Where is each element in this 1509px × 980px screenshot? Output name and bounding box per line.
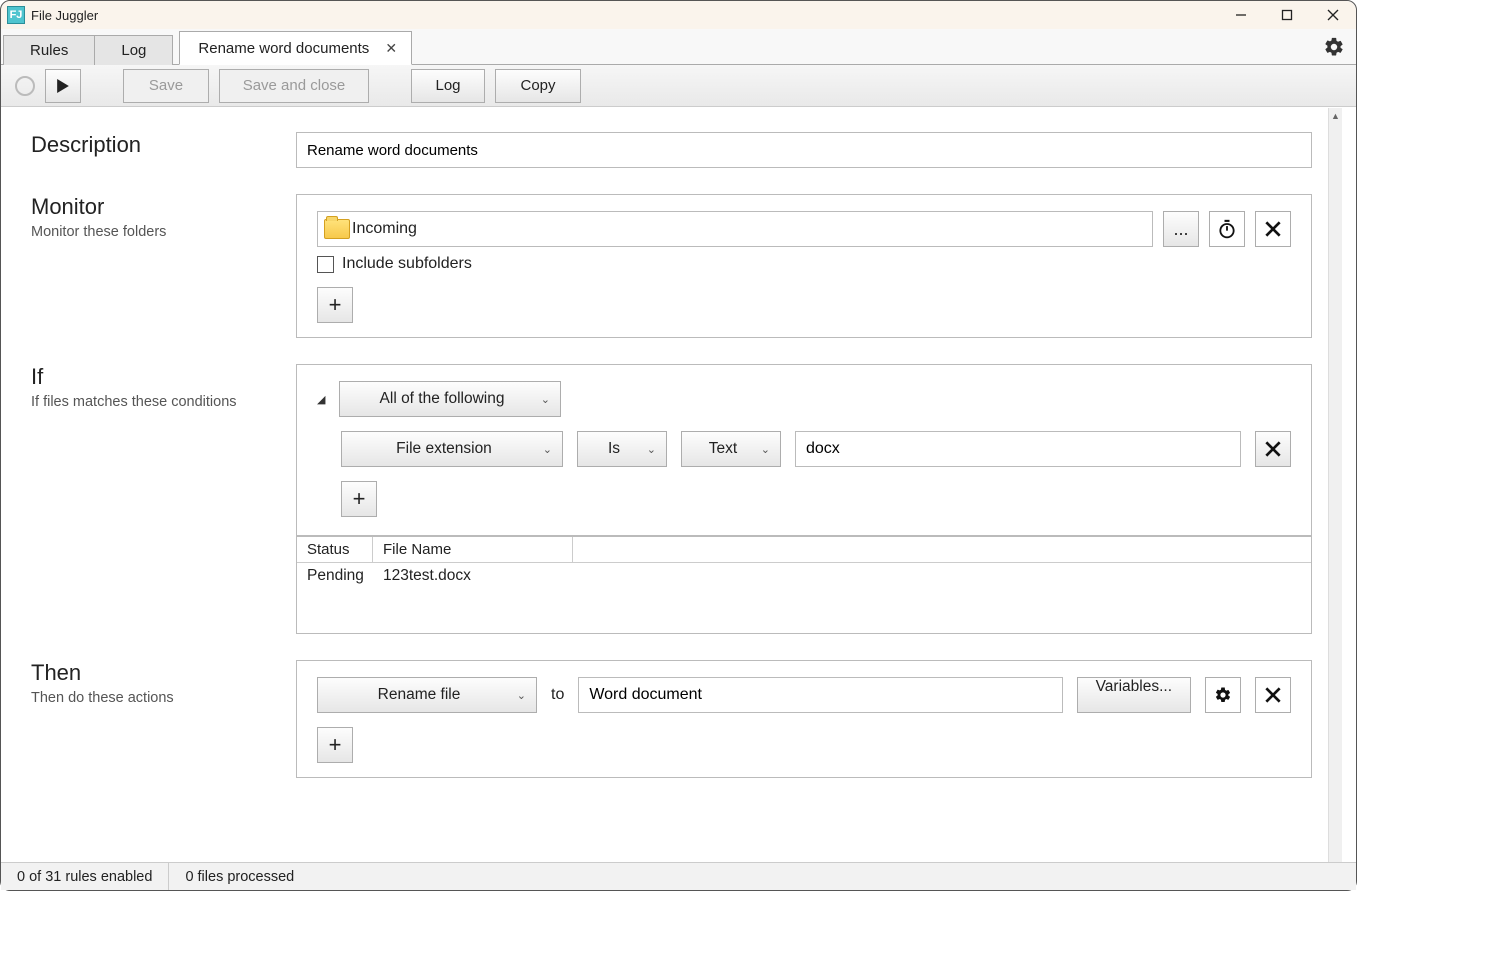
toolbar: Save Save and close Log Copy [1, 65, 1356, 107]
monitor-subheading: Monitor these folders [31, 224, 296, 240]
monitor-timer-button[interactable] [1209, 211, 1245, 247]
condition-group-mode-label: All of the following [380, 390, 505, 408]
rename-to-input[interactable] [578, 677, 1062, 713]
app-title: File Juggler [31, 8, 98, 23]
monitor-folder-input[interactable]: Incoming [317, 211, 1153, 247]
monitor-folder-name: Incoming [352, 220, 417, 238]
then-heading: Then [31, 660, 296, 686]
condition-field-label: File extension [396, 440, 492, 458]
checkbox-icon [317, 256, 334, 273]
to-label: to [551, 686, 564, 704]
include-subfolders-label: Include subfolders [342, 255, 472, 273]
tab-document[interactable]: Rename word documents ✕ [179, 31, 412, 65]
tab-log-label: Log [121, 42, 146, 59]
save-and-close-button[interactable]: Save and close [219, 69, 369, 103]
log-button[interactable]: Log [411, 69, 485, 103]
description-heading: Description [31, 132, 296, 158]
condition-group-mode-dropdown[interactable]: All of the following ⌄ [339, 381, 561, 417]
copy-button[interactable]: Copy [495, 69, 581, 103]
description-input[interactable] [296, 132, 1312, 168]
add-condition-button[interactable]: + [341, 481, 377, 517]
tab-rules[interactable]: Rules [3, 35, 95, 65]
cell-filename: 123test.docx [373, 567, 573, 585]
tab-close-icon[interactable]: ✕ [385, 40, 397, 57]
content-area: Description Monitor Monitor these folder… [1, 108, 1328, 862]
monitor-row: Monitor Monitor these folders Incoming .… [31, 194, 1328, 338]
status-bar: 0 of 31 rules enabled 0 files processed [1, 862, 1356, 890]
action-settings-button[interactable] [1205, 677, 1241, 713]
titlebar: FJ File Juggler [1, 1, 1356, 29]
condition-field-dropdown[interactable]: File extension ⌄ [341, 431, 563, 467]
condition-op-dropdown[interactable]: Is ⌄ [577, 431, 667, 467]
scroll-up-icon[interactable]: ▲ [1329, 108, 1342, 124]
disclosure-triangle-icon[interactable]: ◢ [317, 393, 331, 406]
maximize-button[interactable] [1264, 1, 1310, 29]
if-row: If If files matches these conditions ◢ A… [31, 364, 1328, 634]
then-row: Then Then do these actions Rename file ⌄… [31, 660, 1328, 778]
save-button[interactable]: Save [123, 69, 209, 103]
action-label: Rename file [378, 686, 461, 704]
table-header: Status File Name [297, 536, 1311, 563]
matches-table: Status File Name Pending 123test.docx [296, 536, 1312, 634]
condition-remove-button[interactable] [1255, 431, 1291, 467]
action-dropdown[interactable]: Rename file ⌄ [317, 677, 537, 713]
copy-label: Copy [520, 77, 555, 94]
save-and-close-label: Save and close [243, 77, 346, 94]
close-button[interactable] [1310, 1, 1356, 29]
browse-label: ... [1173, 219, 1188, 240]
minimize-button[interactable] [1218, 1, 1264, 29]
condition-row: File extension ⌄ Is ⌄ Text ⌄ [341, 431, 1291, 467]
condition-type-label: Text [709, 440, 737, 458]
variables-button[interactable]: Variables... [1077, 677, 1191, 713]
add-monitor-folder-button[interactable]: + [317, 287, 353, 323]
col-header-filename[interactable]: File Name [373, 537, 573, 562]
enable-toggle-icon[interactable] [15, 76, 35, 96]
chevron-down-icon: ⌄ [543, 443, 552, 456]
chevron-down-icon: ⌄ [647, 443, 656, 456]
description-row: Description [31, 132, 1328, 168]
table-row[interactable]: Pending 123test.docx [297, 563, 1311, 589]
tab-document-label: Rename word documents [198, 40, 369, 57]
status-rules-enabled: 0 of 31 rules enabled [1, 863, 169, 890]
folder-icon [324, 219, 350, 239]
window-controls [1218, 1, 1356, 29]
monitor-panel: Incoming ... Include subfolders [296, 194, 1312, 338]
then-subheading: Then do these actions [31, 690, 296, 706]
run-button[interactable] [45, 69, 81, 103]
if-subheading: If files matches these conditions [31, 394, 296, 410]
settings-gear-icon[interactable] [1322, 35, 1346, 59]
cell-status: Pending [297, 567, 373, 585]
app-icon: FJ [7, 6, 25, 24]
browse-folder-button[interactable]: ... [1163, 211, 1199, 247]
chevron-down-icon: ⌄ [541, 393, 550, 406]
vertical-scrollbar[interactable]: ▲ [1328, 108, 1342, 862]
include-subfolders-checkbox[interactable]: Include subfolders [317, 255, 1291, 273]
condition-op-label: Is [608, 440, 620, 458]
if-panel: ◢ All of the following ⌄ File extension … [296, 364, 1312, 536]
monitor-heading: Monitor [31, 194, 296, 220]
save-label: Save [149, 77, 183, 94]
variables-label: Variables... [1096, 678, 1172, 695]
action-remove-button[interactable] [1255, 677, 1291, 713]
monitor-remove-button[interactable] [1255, 211, 1291, 247]
if-heading: If [31, 364, 296, 390]
status-files-processed: 0 files processed [169, 863, 310, 890]
add-action-button[interactable]: + [317, 727, 353, 763]
chevron-down-icon: ⌄ [517, 689, 526, 702]
tabs-row: Rules Log Rename word documents ✕ [1, 29, 1356, 65]
tab-log[interactable]: Log [95, 35, 173, 65]
chevron-down-icon: ⌄ [761, 443, 770, 456]
condition-type-dropdown[interactable]: Text ⌄ [681, 431, 781, 467]
col-header-status[interactable]: Status [297, 537, 373, 562]
then-panel: Rename file ⌄ to Variables... + [296, 660, 1312, 778]
log-button-label: Log [435, 77, 460, 94]
condition-value-input[interactable] [795, 431, 1241, 467]
tab-rules-label: Rules [30, 42, 68, 59]
